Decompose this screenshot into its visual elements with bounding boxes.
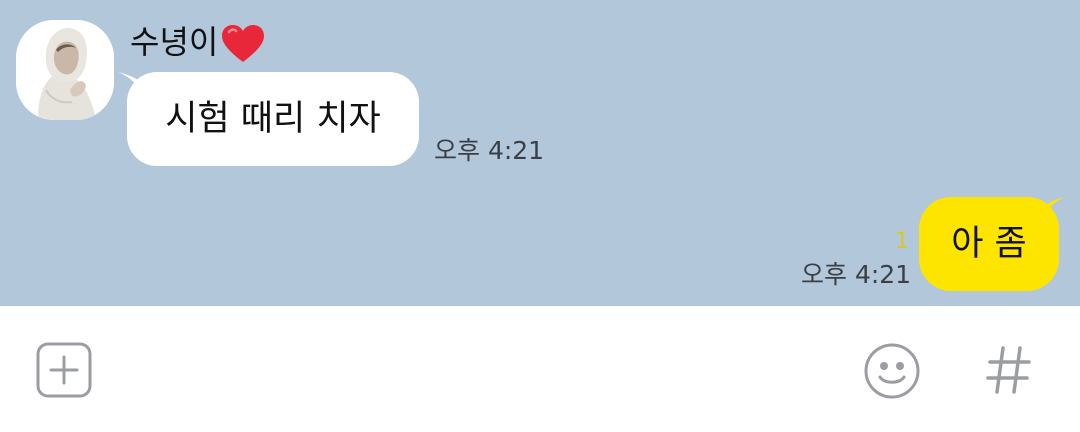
message-input-bar: [0, 306, 1080, 432]
sender-avatar[interactable]: [16, 20, 114, 120]
hashtag-button[interactable]: [984, 342, 1034, 398]
plus-square-icon: [36, 342, 92, 398]
incoming-message-text: 시험 때리 치자: [165, 99, 381, 139]
sender-name-row: 수녕이: [130, 18, 266, 66]
heart-icon: [222, 25, 265, 62]
incoming-message-bubble[interactable]: 시험 때리 치자: [127, 72, 419, 166]
sender-name: 수녕이: [130, 23, 219, 61]
hashtag-icon: [986, 346, 1031, 394]
outgoing-message-time: 오후 4:21: [801, 260, 912, 289]
chat-area: 수녕이 시험 때리 치자 오후 4:21 1 오후 4:21 아 좀: [0, 0, 1080, 306]
incoming-message-time: 오후 4:21: [434, 136, 545, 165]
outgoing-message-bubble[interactable]: 아 좀: [919, 197, 1059, 291]
outgoing-message-text: 아 좀: [951, 224, 1027, 264]
smiley-icon: [864, 343, 920, 399]
emoji-button[interactable]: [863, 342, 921, 400]
avatar-photo: [16, 20, 114, 120]
unread-count: 1: [895, 229, 909, 254]
plus-button[interactable]: [36, 342, 92, 398]
